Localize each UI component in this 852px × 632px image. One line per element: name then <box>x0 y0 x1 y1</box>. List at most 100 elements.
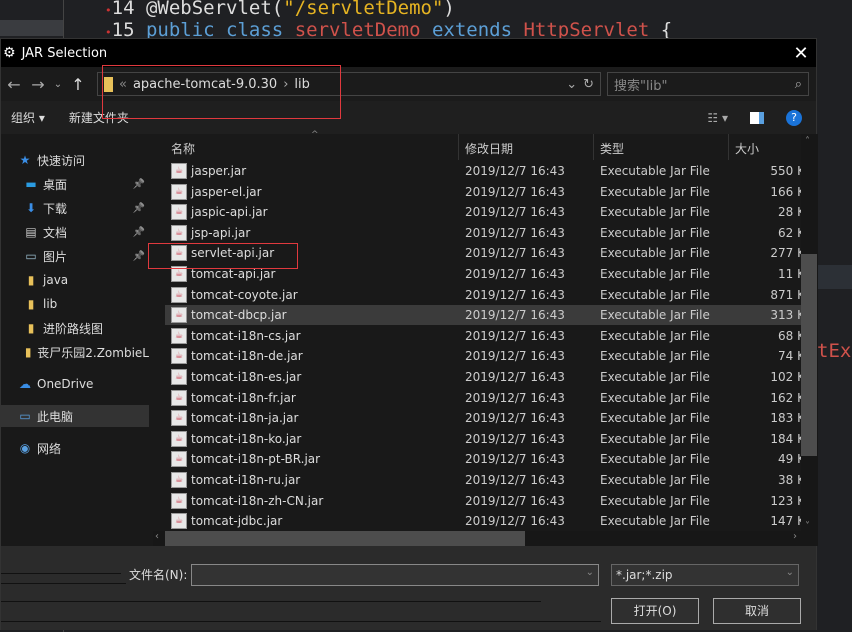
sidebar-item[interactable]: ▮ lib <box>1 293 149 315</box>
view-options-icon[interactable]: ☷ ▾ <box>707 111 728 125</box>
filename-label: 文件名(N): <box>129 568 188 582</box>
file-name: jsp-api.jar <box>191 225 251 240</box>
sidebar-item[interactable]: ☁ OneDrive <box>1 373 149 395</box>
sidebar-item[interactable]: ▤ 文档 📌 <box>1 221 149 243</box>
pin-icon[interactable]: 📌 <box>133 179 145 190</box>
file-row[interactable]: ☕ jaspic-api.jar 2019/12/7 16:43 Executa… <box>165 202 805 222</box>
file-row[interactable]: ☕ tomcat-coyote.jar 2019/12/7 16:43 Exec… <box>165 285 805 305</box>
jar-file-icon: ☕ <box>171 369 187 385</box>
jar-file-icon: ☕ <box>171 224 187 241</box>
pin-icon[interactable]: 📌 <box>133 251 145 262</box>
jar-file-icon: ☕ <box>171 389 187 406</box>
pin-icon[interactable]: 📌 <box>133 227 145 238</box>
horizontal-scroll-thumb[interactable] <box>165 531 525 547</box>
cancel-button[interactable]: 取消 <box>713 598 801 624</box>
file-row[interactable]: ☕ tomcat-i18n-ja.jar 2019/12/7 16:43 Exe… <box>165 408 805 428</box>
file-row[interactable]: ☕ jasper.jar 2019/12/7 16:43 Executable … <box>165 161 805 181</box>
chevron-down-icon: ⌄ <box>785 567 794 578</box>
open-button[interactable]: 打开(O) <box>611 598 699 624</box>
column-name[interactable]: 名称 <box>171 140 195 157</box>
sidebar-item-label: 快速访问 <box>37 153 86 168</box>
jar-file-icon: ☕ <box>171 204 187 221</box>
navigation-pane: ★ 快速访问 ▬ 桌面 📌 ⬇ 下载 📌 ▤ 文档 📌 ▭ 图片 📌 ▮ java ▮ lib ▮ 进阶路线图 ▮ 丧尸乐… <box>1 134 149 546</box>
file-row[interactable]: ☕ tomcat-i18n-ru.jar 2019/12/7 16:43 Exe… <box>165 470 805 490</box>
file-type: Executable Jar File <box>600 308 710 323</box>
scroll-right-icon[interactable]: › <box>793 531 797 542</box>
chevron-down-icon[interactable]: ⌄ <box>586 567 594 578</box>
sidebar-item[interactable]: ★ 快速访问 <box>1 149 149 171</box>
file-row[interactable]: ☕ tomcat-jdbc.jar 2019/12/7 16:43 Execut… <box>165 511 805 531</box>
folder-icon: ▮ <box>24 345 32 359</box>
cloud-icon: ☁ <box>19 377 31 391</box>
file-size: 277 K <box>770 246 805 261</box>
file-type-select[interactable]: *.jar;*.zip ⌄ <box>611 564 799 586</box>
file-row[interactable]: ☕ tomcat-i18n-de.jar 2019/12/7 16:43 Exe… <box>165 346 805 366</box>
divider <box>1 601 541 602</box>
file-name: jaspic-api.jar <box>191 205 268 220</box>
file-row[interactable]: ☕ tomcat-i18n-es.jar 2019/12/7 16:43 Exe… <box>165 367 805 387</box>
file-name: tomcat-i18n-cs.jar <box>191 328 301 343</box>
sidebar-item[interactable]: ▮ 进阶路线图 <box>1 317 149 339</box>
horizontal-scrollbar[interactable]: ‹ › <box>153 531 801 547</box>
file-row[interactable]: ☕ jasper-el.jar 2019/12/7 16:43 Executab… <box>165 182 805 202</box>
file-date: 2019/12/7 16:43 <box>465 164 565 178</box>
scroll-up-icon[interactable]: ˄ <box>805 136 810 147</box>
divider <box>1 573 121 574</box>
file-row[interactable]: ☕ tomcat-i18n-cs.jar 2019/12/7 16:43 Exe… <box>165 326 805 346</box>
file-size: 102 K <box>770 370 805 384</box>
file-row[interactable]: ☕ jsp-api.jar 2019/12/7 16:43 Executable… <box>165 223 805 243</box>
file-name: tomcat-api.jar <box>191 267 276 281</box>
file-type: Executable Jar File <box>600 246 710 261</box>
desktop-icon: ▬ <box>25 177 37 191</box>
file-date: 2019/12/7 16:43 <box>465 452 565 467</box>
file-size: 183 K <box>770 411 805 426</box>
forward-arrow-icon[interactable]: → <box>29 75 47 94</box>
jar-file-icon: ☕ <box>171 492 187 509</box>
close-button[interactable]: ✕ <box>786 43 816 64</box>
file-date: 2019/12/7 16:43 <box>465 225 565 240</box>
sidebar-item[interactable]: ▭ 图片 📌 <box>1 245 149 267</box>
pin-icon[interactable]: 📌 <box>133 203 145 214</box>
vertical-scroll-thumb[interactable] <box>801 254 817 456</box>
sidebar-item[interactable]: ▬ 桌面 📌 <box>1 173 149 195</box>
refresh-icon[interactable]: ↻ <box>583 77 594 92</box>
search-input[interactable]: 搜索"lib" ⌕ <box>607 72 809 96</box>
help-icon[interactable]: ? <box>786 109 802 126</box>
sort-ascending-icon: ^ <box>311 130 319 140</box>
sidebar-item[interactable]: ⬇ 下载 📌 <box>1 197 149 219</box>
file-name: tomcat-i18n-ru.jar <box>191 473 301 487</box>
file-date: 2019/12/7 16:43 <box>465 411 565 426</box>
scroll-down-icon[interactable]: ˅ <box>805 521 810 532</box>
vertical-scrollbar[interactable]: ˄ ˅ <box>801 134 818 546</box>
file-row[interactable]: ☕ tomcat-dbcp.jar 2019/12/7 16:43 Execut… <box>165 305 805 326</box>
recent-chevron-icon[interactable]: ⌄ <box>53 79 63 90</box>
file-row[interactable]: ☕ tomcat-i18n-pt-BR.jar 2019/12/7 16:43 … <box>165 449 805 469</box>
back-arrow-icon[interactable]: ← <box>5 75 23 94</box>
file-name: tomcat-i18n-de.jar <box>191 349 303 364</box>
file-size: 123 K <box>770 493 805 508</box>
sidebar-item-label: lib <box>43 297 58 311</box>
column-headers: ^ 名称 修改日期 类型 大小 <box>161 130 801 160</box>
file-row[interactable]: ☕ tomcat-i18n-zh-CN.jar 2019/12/7 16:43 … <box>165 491 805 511</box>
address-dropdown-icon[interactable]: ⌄ <box>566 77 577 92</box>
preview-pane-icon[interactable] <box>750 111 764 124</box>
sidebar-item[interactable]: ▮ 丧尸乐园2.ZombieL <box>1 341 149 363</box>
file-row[interactable]: ☕ tomcat-i18n-ko.jar 2019/12/7 16:43 Exe… <box>165 429 805 449</box>
jar-file-icon: ☕ <box>171 163 187 179</box>
file-type: Executable Jar File <box>600 164 710 178</box>
sidebar-item[interactable]: ▭ 此电脑 <box>1 405 149 427</box>
organize-menu[interactable]: 组织 ▾ <box>11 109 45 126</box>
file-date: 2019/12/7 16:43 <box>465 246 565 261</box>
column-date-modified[interactable]: 修改日期 <box>465 140 513 157</box>
scroll-left-icon[interactable]: ‹ <box>155 531 159 542</box>
sidebar-item[interactable]: ▮ java <box>1 269 149 291</box>
column-type[interactable]: 类型 <box>600 140 624 157</box>
code-fragment: tEx <box>817 340 852 362</box>
sidebar-item[interactable]: ◉ 网络 <box>1 437 149 459</box>
file-row[interactable]: ☕ tomcat-i18n-fr.jar 2019/12/7 16:43 Exe… <box>165 388 805 408</box>
filename-input[interactable]: ⌄ <box>191 564 599 586</box>
column-size[interactable]: 大小 <box>735 140 759 157</box>
up-arrow-icon[interactable]: ↑ <box>69 75 87 94</box>
folder-icon: ▮ <box>27 273 35 287</box>
file-type: Executable Jar File <box>600 370 710 384</box>
